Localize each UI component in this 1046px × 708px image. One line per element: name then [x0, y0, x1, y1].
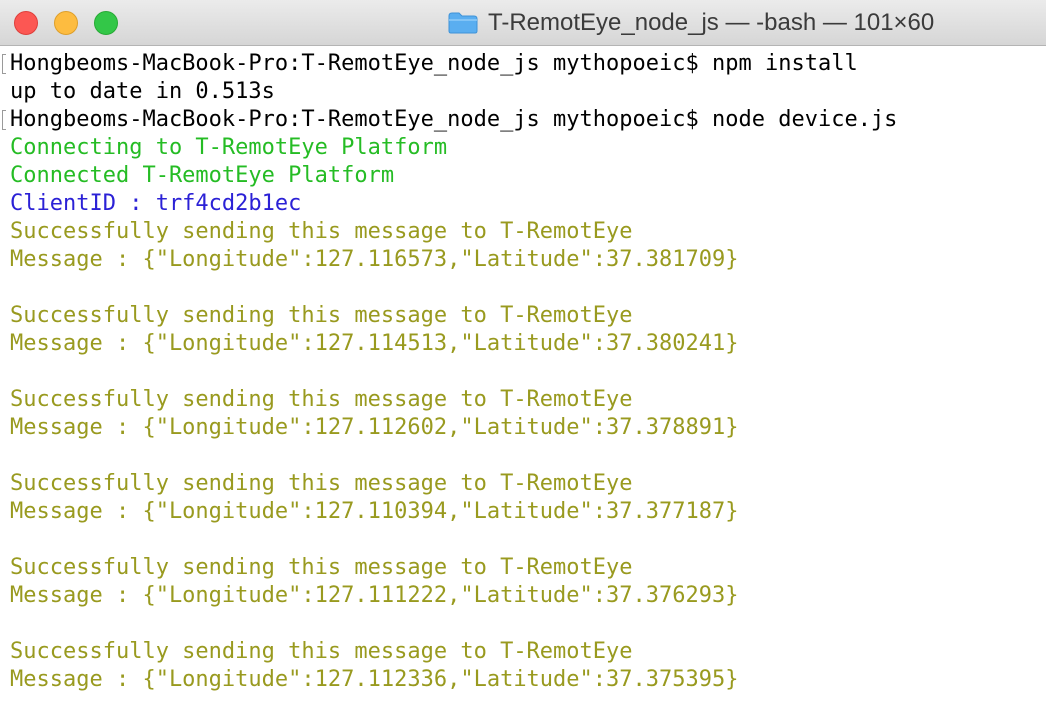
title-bar[interactable]: T-RemotEye_node_js — -bash — 101×60 — [0, 0, 1046, 46]
terminal-line-text: Successfully sending this message to T-R… — [10, 219, 633, 244]
folder-icon — [448, 12, 478, 34]
terminal-line-text: Message : {"Longitude":127.112602,"Latit… — [10, 415, 739, 440]
terminal-line-text: Message : {"Longitude":127.116573,"Latit… — [10, 247, 739, 272]
terminal-line: Successfully sending this message to T-R… — [0, 302, 1046, 330]
terminal-line-text: Hongbeoms-MacBook-Pro:T-RemotEye_node_js… — [10, 107, 898, 132]
terminal-line-text: Connected T-RemotEye Platform — [10, 163, 395, 188]
terminal-line: up to date in 0.513s — [0, 78, 1046, 106]
terminal-line: Connected T-RemotEye Platform — [0, 162, 1046, 190]
terminal-line: Successfully sending this message to T-R… — [0, 554, 1046, 582]
terminal-line: Message : {"Longitude":127.112336,"Latit… — [0, 666, 1046, 694]
terminal-line: Successfully sending this message to T-R… — [0, 218, 1046, 246]
prompt-mark-icon — [2, 110, 6, 130]
terminal-line-text: Message : {"Longitude":127.111222,"Latit… — [10, 583, 739, 608]
close-window-button[interactable] — [14, 11, 38, 35]
terminal-line: Successfully sending this message to T-R… — [0, 638, 1046, 666]
terminal-line-text: Successfully sending this message to T-R… — [10, 471, 633, 496]
terminal-line-text: Message : {"Longitude":127.112336,"Latit… — [10, 667, 739, 692]
terminal-line-text: Successfully sending this message to T-R… — [10, 639, 633, 664]
window-title: T-RemotEye_node_js — -bash — 101×60 — [488, 9, 935, 36]
terminal-line: Connecting to T-RemotEye Platform — [0, 134, 1046, 162]
terminal-line-text: Successfully sending this message to T-R… — [10, 555, 633, 580]
terminal-line-text: up to date in 0.513s — [10, 79, 275, 104]
terminal-line: Message : {"Longitude":127.110394,"Latit… — [0, 498, 1046, 526]
minimize-window-button[interactable] — [54, 11, 78, 35]
terminal-output[interactable]: Hongbeoms-MacBook-Pro:T-RemotEye_node_js… — [0, 50, 1046, 708]
terminal-line: Message : {"Longitude":127.114513,"Latit… — [0, 330, 1046, 358]
terminal-line-text: Successfully sending this message to T-R… — [10, 387, 633, 412]
terminal-line-text: Successfully sending this message to T-R… — [10, 303, 633, 328]
prompt-mark-icon — [2, 54, 6, 74]
window-title-group: T-RemotEye_node_js — -bash — 101×60 — [448, 9, 934, 37]
terminal-line: Successfully sending this message to T-R… — [0, 386, 1046, 414]
terminal-line-text: Message : {"Longitude":127.114513,"Latit… — [10, 331, 739, 356]
terminal-line: ClientID : trf4cd2b1ec — [0, 190, 1046, 218]
terminal-line: Message : {"Longitude":127.111222,"Latit… — [0, 582, 1046, 610]
zoom-window-button[interactable] — [94, 11, 118, 35]
terminal-line: Successfully sending this message to T-R… — [0, 470, 1046, 498]
terminal-line: Hongbeoms-MacBook-Pro:T-RemotEye_node_js… — [0, 106, 1046, 134]
terminal-line-text: ClientID : trf4cd2b1ec — [10, 191, 302, 216]
terminal-line: Message : {"Longitude":127.112602,"Latit… — [0, 414, 1046, 442]
terminal-line: Hongbeoms-MacBook-Pro:T-RemotEye_node_js… — [0, 50, 1046, 78]
terminal-line: Message : {"Longitude":127.116573,"Latit… — [0, 246, 1046, 274]
terminal-line-text: Connecting to T-RemotEye Platform — [10, 135, 448, 160]
terminal-window: T-RemotEye_node_js — -bash — 101×60 Hong… — [0, 0, 1046, 708]
terminal-line-text: Message : {"Longitude":127.110394,"Latit… — [10, 499, 739, 524]
terminal-line-text: Hongbeoms-MacBook-Pro:T-RemotEye_node_js… — [10, 51, 858, 76]
